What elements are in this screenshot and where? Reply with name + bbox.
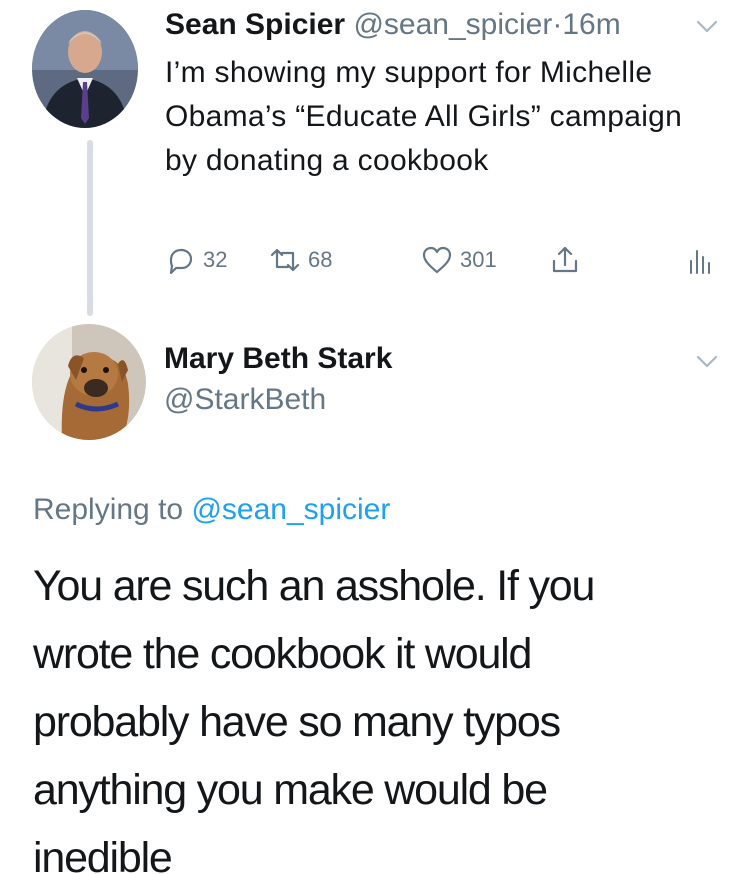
separator-dot: · — [552, 8, 563, 41]
replying-to: Replying to @sean_spicier — [33, 490, 390, 530]
reply-button[interactable]: 32 — [163, 243, 227, 277]
reply-icon — [169, 248, 193, 275]
reply-count: 32 — [203, 247, 228, 272]
like-button[interactable]: 301 — [420, 243, 497, 277]
share-button[interactable] — [548, 243, 588, 277]
thread-line — [87, 140, 93, 316]
tweet-header: Sean Spicier @sean_spicier·16m — [165, 6, 621, 44]
chevron-down-icon[interactable] — [693, 347, 721, 375]
tweet-time[interactable]: 16m — [562, 8, 620, 41]
avatar-sean-spicier[interactable] — [32, 10, 138, 128]
analytics-icon — [690, 250, 710, 274]
reply-author-name[interactable]: Mary Beth Stark — [164, 340, 392, 378]
avatar-image — [32, 10, 138, 128]
replying-mention-link[interactable]: @sean_spicier — [191, 493, 390, 526]
tweet-text: I’m showing my support for Michelle Obam… — [165, 56, 683, 177]
retweet-button[interactable]: 68 — [268, 243, 332, 277]
reply-text: You are such an asshole. If you wrote th… — [33, 562, 595, 874]
retweet-count: 68 — [308, 247, 333, 272]
like-count: 301 — [460, 247, 497, 272]
replying-prefix: Replying to — [33, 493, 184, 526]
chevron-down-icon[interactable] — [693, 12, 721, 40]
avatar-image — [32, 324, 146, 440]
retweet-icon — [270, 248, 300, 272]
heart-icon — [422, 246, 452, 274]
avatar-mary-beth-stark[interactable] — [32, 324, 146, 440]
tweet-actions: 32 68 301 — [0, 243, 750, 283]
share-icon — [552, 246, 578, 273]
author-handle[interactable]: @sean_spicier — [353, 8, 552, 41]
reply-author-handle[interactable]: @StarkBeth — [164, 381, 326, 419]
author-name[interactable]: Sean Spicier — [165, 8, 345, 41]
analytics-button[interactable] — [682, 243, 722, 277]
